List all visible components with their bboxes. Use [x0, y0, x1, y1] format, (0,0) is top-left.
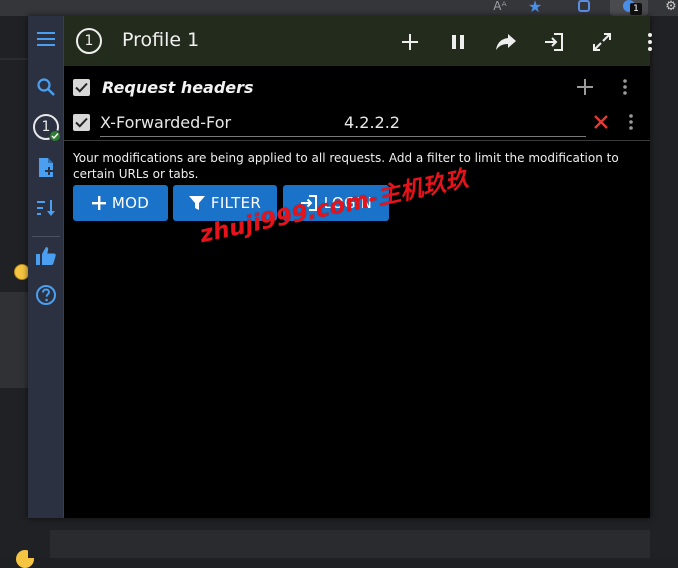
pause-icon: [452, 35, 464, 49]
header-name-field[interactable]: X-Forwarded-For: [100, 112, 330, 136]
bookmark-star-icon[interactable]: ★: [526, 0, 544, 16]
check-icon: [75, 82, 88, 93]
popup-header: 1 Profile 1: [64, 16, 652, 66]
profile-title[interactable]: Profile 1: [122, 29, 199, 51]
extension-icon[interactable]: [576, 0, 592, 15]
plus-icon: [402, 34, 418, 50]
header-row-checkbox[interactable]: [73, 114, 90, 131]
modheader-popup: 1 1 Profile 1 Request headers X-Forwarde…: [28, 16, 652, 518]
check-icon: [75, 117, 88, 128]
search-icon[interactable]: [28, 71, 64, 103]
browser-toolbar: Aᴬ ★ 1 ⚙: [0, 0, 678, 16]
add-header-button[interactable]: [574, 76, 596, 98]
import-icon: [545, 33, 563, 51]
profile-number-icon: 1: [33, 114, 61, 142]
field-underline: [100, 136, 586, 137]
filter-icon: [188, 196, 205, 210]
info-message: Your modifications are being applied to …: [73, 151, 619, 181]
popup-content: Request headers X-Forwarded-For 4.2.2.2 …: [64, 66, 650, 518]
popup-sidebar: 1: [28, 16, 64, 518]
header-row-more-button[interactable]: [620, 111, 642, 133]
share-button[interactable]: [492, 28, 520, 56]
modheader-extension-icon[interactable]: 1: [610, 0, 648, 16]
page-background-block: [0, 292, 28, 388]
pause-button[interactable]: [444, 28, 472, 56]
profile-badge-icon[interactable]: 1: [76, 28, 102, 54]
extension-badge: 1: [630, 3, 642, 15]
request-headers-checkbox[interactable]: [73, 79, 90, 96]
thumbs-up-icon[interactable]: [28, 240, 64, 272]
page-background-bottom-block: [50, 530, 650, 558]
sort-icon[interactable]: [28, 192, 64, 224]
page-background-divider: [0, 58, 28, 60]
sidebar-profile-1[interactable]: 1: [28, 111, 64, 143]
menu-icon[interactable]: [28, 23, 64, 55]
help-icon[interactable]: [28, 279, 64, 311]
share-arrow-icon: [496, 34, 516, 50]
page-background-right: [650, 16, 678, 558]
more-vert-icon: [623, 79, 627, 95]
close-icon: [594, 115, 608, 129]
add-profile-icon[interactable]: [28, 152, 64, 184]
add-modifier-button[interactable]: [396, 28, 424, 56]
delete-header-button[interactable]: [590, 111, 612, 133]
add-mod-button[interactable]: MOD: [73, 185, 168, 221]
more-vert-icon: [648, 33, 652, 51]
font-size-icon[interactable]: Aᴬ: [490, 0, 510, 15]
profile-number: 1: [84, 33, 94, 49]
more-menu-button[interactable]: [636, 28, 664, 56]
expand-icon: [593, 33, 611, 51]
section-title: Request headers: [102, 78, 254, 97]
plus-icon: [91, 196, 106, 210]
expand-window-button[interactable]: [588, 28, 616, 56]
section-more-button[interactable]: [614, 76, 636, 98]
row-divider: [64, 140, 650, 141]
import-button[interactable]: [540, 28, 568, 56]
more-vert-icon: [629, 114, 633, 130]
page-background-left: [0, 16, 28, 558]
mod-button-label: MOD: [111, 194, 150, 212]
header-value-field[interactable]: 4.2.2.2: [344, 112, 544, 136]
extensions-puzzle-icon[interactable]: ⚙: [664, 0, 678, 15]
sidebar-divider: [32, 236, 60, 237]
active-check-icon: [49, 130, 61, 142]
plus-icon: [577, 79, 593, 95]
